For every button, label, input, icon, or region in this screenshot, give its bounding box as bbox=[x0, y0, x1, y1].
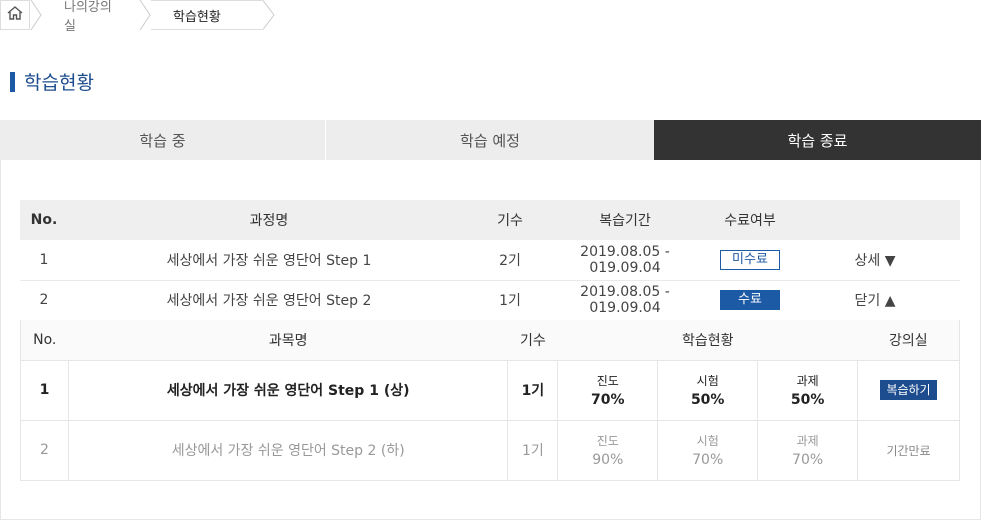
tab-in-progress[interactable]: 학습 중 bbox=[0, 120, 326, 160]
stat-label: 시험 bbox=[696, 434, 719, 448]
row-no: 2 bbox=[39, 292, 49, 308]
table-header: No. 과목명 기수 학습현황 강의실 bbox=[20, 320, 960, 361]
table-row: 1 세상에서 가장 쉬운 영단어 Step 1 (상) 1기 진도 70% 시험… bbox=[20, 360, 960, 421]
breadcrumb-item[interactable]: 나의강의실 bbox=[42, 0, 139, 34]
task-stat: 과제 70% bbox=[757, 420, 858, 481]
table-row: 1 세상에서 가장 쉬운 영단어 Step 1 2기 2019.08.05 - … bbox=[20, 240, 960, 280]
title-accent-bar bbox=[10, 71, 15, 92]
stat-value: 70% bbox=[591, 392, 625, 408]
page-title: 학습현황 bbox=[10, 68, 94, 95]
col-classroom: 강의실 bbox=[857, 320, 960, 361]
stat-value: 70% bbox=[692, 452, 724, 468]
course-term: 2기 bbox=[499, 252, 521, 269]
col-term: 기수 bbox=[507, 320, 558, 361]
page-title-text: 학습현황 bbox=[24, 72, 94, 94]
subject-table: No. 과목명 기수 학습현황 강의실 1 세상에서 가장 쉬운 영단어 Ste… bbox=[20, 320, 960, 481]
task-stat: 과제 50% bbox=[757, 360, 858, 421]
progress-stat: 진도 70% bbox=[557, 360, 658, 421]
tab-scheduled[interactable]: 학습 예정 bbox=[326, 120, 654, 160]
home-icon[interactable] bbox=[7, 6, 23, 24]
subject-name: 세상에서 가장 쉬운 영단어 Step 2 (하) bbox=[67, 420, 508, 481]
stat-label: 과제 bbox=[796, 374, 819, 388]
progress-stat: 진도 90% bbox=[557, 420, 658, 481]
review-period: 2019.08.05 - 019.09.04 bbox=[580, 284, 670, 316]
stat-value: 70% bbox=[792, 452, 824, 468]
table-header: No. 과정명 기수 복습기간 수료여부 bbox=[20, 200, 960, 240]
review-button[interactable]: 복습하기 bbox=[880, 380, 937, 400]
col-no: No. bbox=[20, 320, 69, 361]
subject-term: 1기 bbox=[507, 360, 558, 421]
completion-cell: 수료 bbox=[700, 280, 800, 320]
course-name: 세상에서 가장 쉬운 영단어 Step 2 bbox=[166, 293, 372, 309]
chevron-right-icon bbox=[263, 0, 275, 30]
row-no: 2 bbox=[20, 420, 69, 481]
col-completion: 수료여부 bbox=[700, 200, 800, 240]
breadcrumb-home[interactable] bbox=[0, 0, 30, 30]
col-review-period: 복습기간 bbox=[550, 200, 700, 240]
status-badge-complete: 수료 bbox=[720, 290, 780, 310]
stat-label: 시험 bbox=[696, 374, 719, 388]
stat-value: 50% bbox=[690, 392, 725, 408]
breadcrumb: 나의강의실 학습현황 bbox=[0, 0, 275, 34]
stat-label: 진도 bbox=[596, 374, 619, 388]
status-badge-incomplete: 미수료 bbox=[720, 249, 780, 270]
stat-value: 90% bbox=[592, 452, 624, 468]
chevron-right-icon bbox=[139, 0, 151, 30]
table-row: 2 세상에서 가장 쉬운 영단어 Step 2 (하) 1기 진도 90% 시험… bbox=[20, 420, 960, 481]
row-no: 1 bbox=[20, 360, 69, 421]
completion-cell: 미수료 bbox=[700, 240, 800, 280]
col-term: 기수 bbox=[470, 200, 550, 240]
review-period: 2019.08.05 - 019.09.04 bbox=[580, 243, 670, 276]
course-name: 세상에서 가장 쉬운 영단어 Step 1 bbox=[166, 252, 372, 269]
stat-label: 과제 bbox=[796, 434, 819, 448]
col-subject-name: 과목명 bbox=[68, 320, 508, 361]
classroom-cell: 복습하기 bbox=[857, 360, 960, 421]
detail-toggle[interactable]: 상세 ▼ bbox=[800, 240, 960, 280]
subject-term: 1기 bbox=[507, 420, 558, 481]
table-row: 2 세상에서 가장 쉬운 영단어 Step 2 1기 2019.08.05 - … bbox=[20, 280, 960, 320]
breadcrumb-item-current: 학습현황 bbox=[151, 0, 263, 30]
subject-name: 세상에서 가장 쉬운 영단어 Step 1 (상) bbox=[67, 360, 508, 421]
status-tabs: 학습 중 학습 예정 학습 종료 bbox=[0, 120, 981, 160]
exam-stat: 시험 50% bbox=[657, 360, 758, 421]
col-toggle bbox=[800, 200, 960, 240]
classroom-cell: 기간만료 bbox=[857, 420, 960, 481]
col-learning-status: 학습현황 bbox=[557, 320, 858, 361]
course-table: No. 과정명 기수 복습기간 수료여부 1 세상에서 가장 쉬운 영단어 St… bbox=[20, 200, 960, 321]
stat-value: 50% bbox=[790, 392, 825, 408]
stat-label: 진도 bbox=[596, 434, 619, 448]
expired-label: 기간만료 bbox=[886, 443, 931, 458]
exam-stat: 시험 70% bbox=[657, 420, 758, 481]
course-term: 1기 bbox=[499, 293, 521, 309]
row-no: 1 bbox=[39, 251, 49, 268]
chevron-right-icon bbox=[30, 0, 42, 30]
col-no: No. bbox=[20, 200, 68, 240]
tab-completed[interactable]: 학습 종료 bbox=[654, 120, 981, 160]
close-toggle[interactable]: 닫기 ▲ bbox=[800, 280, 960, 320]
col-course-name: 과정명 bbox=[68, 200, 470, 240]
